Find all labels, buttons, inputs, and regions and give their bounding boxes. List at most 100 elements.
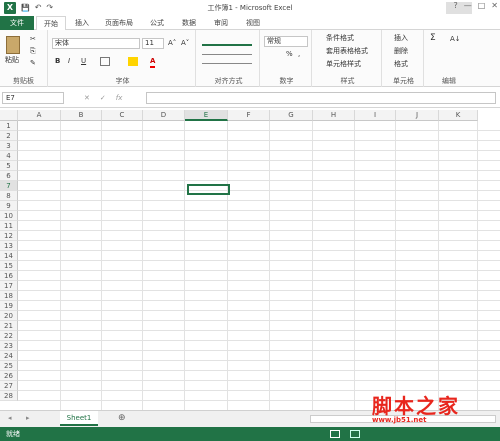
italic-button[interactable]: I <box>68 57 70 66</box>
column-header[interactable]: K <box>439 110 478 121</box>
row-header[interactable]: 5 <box>0 161 18 171</box>
prev-sheet-icon[interactable]: ◂ <box>8 414 12 422</box>
insert-button[interactable]: 插入 <box>394 34 408 43</box>
row-gridline <box>18 210 500 211</box>
column-header[interactable]: C <box>102 110 143 121</box>
column-header[interactable]: E <box>185 110 228 121</box>
normal-view-icon[interactable] <box>330 430 340 438</box>
column-header[interactable]: F <box>228 110 270 121</box>
grow-font-button[interactable]: A˄ <box>168 39 176 48</box>
vertical-align-icons[interactable] <box>202 36 252 46</box>
row-header[interactable]: 25 <box>0 361 18 371</box>
row-header[interactable]: 24 <box>0 351 18 361</box>
tab-file[interactable]: 文件 <box>0 16 34 30</box>
enter-icon[interactable]: ✓ <box>100 92 106 104</box>
row-header[interactable]: 21 <box>0 321 18 331</box>
row-header[interactable]: 27 <box>0 381 18 391</box>
row-header[interactable]: 12 <box>0 231 18 241</box>
format-as-table-button[interactable]: 套用表格格式 <box>326 47 368 56</box>
page-layout-view-icon[interactable] <box>350 430 360 438</box>
maximize-icon[interactable]: □ <box>478 1 486 10</box>
percent-button[interactable]: % <box>286 50 293 59</box>
column-header[interactable]: D <box>143 110 185 121</box>
paste-button[interactable]: 粘贴 <box>5 56 19 65</box>
tab-formulas[interactable]: 公式 <box>142 16 172 30</box>
cut-icon[interactable]: ✂ <box>30 35 36 44</box>
row-header[interactable]: 28 <box>0 391 18 401</box>
format-button[interactable]: 格式 <box>394 60 408 69</box>
comma-button[interactable]: , <box>298 50 300 59</box>
conditional-format-button[interactable]: 条件格式 <box>326 34 354 43</box>
minimize-icon[interactable]: — <box>464 1 472 10</box>
column-header[interactable]: H <box>313 110 355 121</box>
row-header[interactable]: 26 <box>0 371 18 381</box>
row-header[interactable]: 8 <box>0 191 18 201</box>
cancel-icon[interactable]: ✕ <box>84 92 90 104</box>
select-all-corner[interactable] <box>0 110 18 121</box>
row-gridline <box>18 130 500 131</box>
row-header[interactable]: 22 <box>0 331 18 341</box>
column-header[interactable]: G <box>270 110 313 121</box>
next-sheet-icon[interactable]: ▸ <box>26 414 30 422</box>
row-header[interactable]: 18 <box>0 291 18 301</box>
row-header[interactable]: 3 <box>0 141 18 151</box>
row-gridline <box>18 160 500 161</box>
number-format-box[interactable]: 常规 <box>264 36 308 47</box>
tab-insert[interactable]: 插入 <box>68 16 96 30</box>
tab-home[interactable]: 开始 <box>36 16 66 31</box>
bold-button[interactable]: B <box>55 57 60 66</box>
close-icon[interactable]: ✕ <box>491 1 498 10</box>
border-icon[interactable] <box>100 57 110 66</box>
fx-icon[interactable]: fx <box>116 92 123 104</box>
row-header[interactable]: 13 <box>0 241 18 251</box>
row-header[interactable]: 9 <box>0 201 18 211</box>
column-header[interactable]: I <box>355 110 396 121</box>
tab-data[interactable]: 数据 <box>174 16 204 30</box>
window-title: 工作簿1 - Microsoft Excel <box>207 4 293 12</box>
font-color-icon[interactable]: A <box>150 57 156 68</box>
row-header[interactable]: 11 <box>0 221 18 231</box>
shrink-font-button[interactable]: A˅ <box>181 39 189 48</box>
fill-color-icon[interactable] <box>128 57 138 66</box>
selected-cell[interactable] <box>187 184 230 195</box>
formula-input[interactable] <box>146 92 496 104</box>
watermark-logo: 脚本之家 <box>372 394 460 418</box>
name-box[interactable]: E7 <box>2 92 64 104</box>
sheet-tab-sheet1[interactable]: Sheet1 <box>60 411 98 426</box>
row-header[interactable]: 10 <box>0 211 18 221</box>
format-painter-icon[interactable]: ✎ <box>30 59 36 68</box>
row-header[interactable]: 2 <box>0 131 18 141</box>
horizontal-align-icons[interactable] <box>202 54 252 64</box>
tab-view[interactable]: 视图 <box>238 16 268 30</box>
cell-styles-button[interactable]: 单元格样式 <box>326 60 361 69</box>
column-header[interactable]: J <box>396 110 439 121</box>
row-header[interactable]: 19 <box>0 301 18 311</box>
group-label-font: 字体 <box>115 77 130 85</box>
underline-button[interactable]: U <box>81 57 86 66</box>
paste-icon[interactable] <box>6 36 20 54</box>
tab-page-layout[interactable]: 页面布局 <box>98 16 140 30</box>
help-icon[interactable]: ? <box>453 1 457 10</box>
row-header[interactable]: 16 <box>0 271 18 281</box>
font-size-box[interactable]: 11 <box>142 38 164 49</box>
row-header[interactable]: 4 <box>0 151 18 161</box>
row-header[interactable]: 14 <box>0 251 18 261</box>
row-header[interactable]: 20 <box>0 311 18 321</box>
row-header[interactable]: 6 <box>0 171 18 181</box>
column-header[interactable]: B <box>61 110 102 121</box>
column-gridline <box>438 121 439 410</box>
tab-review[interactable]: 审阅 <box>206 16 236 30</box>
worksheet-grid[interactable]: ABCDEFGHIJK 1 2 3 4 5 6 7 8 9 10 11 12 13 14 15 16 17 18 1… <box>0 110 500 410</box>
row-header[interactable]: 1 <box>0 121 18 131</box>
row-header[interactable]: 7 <box>0 181 18 191</box>
autosum-icon[interactable]: Σ <box>430 34 436 43</box>
font-name-box[interactable]: 宋体 <box>52 38 140 49</box>
column-header[interactable]: A <box>18 110 61 121</box>
delete-button[interactable]: 删除 <box>394 47 408 56</box>
sort-icon[interactable]: A↓ <box>450 35 461 44</box>
copy-icon[interactable]: ⎘ <box>30 47 36 56</box>
row-header[interactable]: 17 <box>0 281 18 291</box>
add-sheet-icon[interactable]: ⊕ <box>118 413 126 423</box>
row-header[interactable]: 23 <box>0 341 18 351</box>
row-header[interactable]: 15 <box>0 261 18 271</box>
